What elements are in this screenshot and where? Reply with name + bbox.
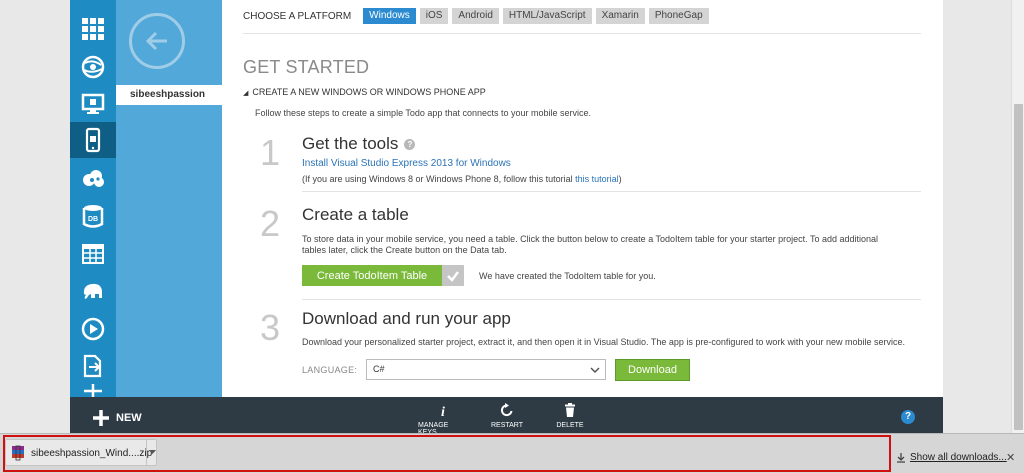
monitor-icon[interactable] (70, 86, 116, 122)
restart-icon (501, 403, 513, 417)
status-message: We have created the TodoItem table for y… (479, 271, 656, 281)
divider (302, 191, 921, 192)
help-button[interactable]: ? (901, 410, 915, 424)
download-button[interactable]: Download (615, 359, 690, 381)
intro-text: Follow these steps to create a simple To… (255, 108, 592, 118)
step-title: Get the tools? (302, 134, 416, 154)
arrow-left-icon (145, 31, 167, 51)
download-arrow-icon (897, 452, 905, 463)
main-content: CHOOSE A PLATFORM Windows iOS Android HT… (222, 0, 943, 397)
section-toggle[interactable]: ◢ CREATE A NEW WINDOWS OR WINDOWS PHONE A… (243, 87, 486, 97)
divider (302, 299, 921, 300)
download-item[interactable]: sibeeshpassion_Wind....zip (5, 439, 157, 466)
close-icon[interactable]: ✕ (1006, 451, 1015, 464)
note-text: (If you are using Windows 8 or Windows P… (302, 174, 576, 184)
step-title-text: Get the tools (302, 134, 399, 153)
globe-icon[interactable] (70, 49, 116, 85)
tutorial-link[interactable]: this tutorial (575, 174, 619, 184)
chevron-down-icon (590, 367, 600, 374)
checkmark-icon (442, 265, 464, 286)
database-icon[interactable]: DB (70, 198, 116, 234)
document-export-icon[interactable] (70, 348, 116, 384)
step-number: 1 (260, 132, 281, 173)
triangle-down-icon: ◢ (243, 90, 249, 97)
show-all-label: Show all downloads... (910, 452, 1007, 463)
section-title: CREATE A NEW WINDOWS OR WINDOWS PHONE AP… (252, 87, 486, 97)
service-panel: sibeeshpassion (116, 0, 222, 397)
step-title: Download and run your app (302, 309, 511, 328)
media-icon[interactable] (70, 311, 116, 347)
restart-label: RESTART (490, 422, 524, 429)
plus-icon (93, 410, 109, 426)
page-scrollbar[interactable] (1011, 0, 1024, 433)
step-note: (If you are using Windows 8 or Windows P… (302, 174, 622, 184)
manage-keys-button[interactable]: i MANAGE KEYS (418, 403, 468, 436)
show-all-downloads-link[interactable]: Show all downloads... (896, 452, 1007, 463)
page-title: GET STARTED (243, 57, 370, 77)
language-value: C# (373, 364, 385, 374)
elephant-icon[interactable] (70, 273, 116, 309)
step-description: tables later, click the Create button on… (302, 245, 507, 255)
delete-label: DELETE (556, 422, 584, 429)
tab-html-javascript[interactable]: HTML/JavaScript (502, 8, 592, 24)
svg-text:i: i (441, 405, 445, 417)
tab-ios[interactable]: iOS (419, 8, 449, 24)
restart-button[interactable]: RESTART (482, 403, 532, 429)
download-options-button[interactable] (146, 440, 157, 465)
browser-page: DB sibeeshpassion CHOOSE A PLATFORM Wind… (0, 0, 1024, 436)
delete-button[interactable]: DELETE (545, 403, 595, 429)
scrollbar-thumb[interactable] (1014, 104, 1023, 430)
step-number: 3 (260, 307, 281, 348)
step-description: To store data in your mobile service, yo… (302, 234, 878, 244)
divider (243, 33, 921, 34)
language-select[interactable]: C# (366, 359, 606, 380)
table-icon[interactable] (70, 236, 116, 272)
help-icon[interactable]: ? (404, 139, 416, 151)
zip-file-icon (12, 445, 24, 461)
svg-text:DB: DB (88, 216, 98, 223)
command-bar: NEW i MANAGE KEYS RESTART DELETE ? (70, 397, 943, 436)
back-button[interactable] (129, 13, 185, 69)
new-button[interactable]: NEW (92, 409, 142, 427)
tab-windows[interactable]: Windows (363, 8, 416, 24)
step-description: Download your personalized starter proje… (302, 337, 905, 347)
create-table-button[interactable]: Create TodoItem Table (302, 265, 442, 286)
step-number: 2 (260, 203, 281, 244)
platform-selector: CHOOSE A PLATFORM Windows iOS Android HT… (243, 8, 713, 24)
panel-item-service[interactable]: sibeeshpassion (116, 85, 222, 105)
mobile-icon[interactable] (70, 122, 116, 158)
info-icon: i (441, 405, 445, 417)
cloud-services-icon[interactable] (70, 161, 116, 197)
azure-portal: DB sibeeshpassion CHOOSE A PLATFORM Wind… (70, 0, 943, 397)
language-label: LANGUAGE: (302, 365, 358, 375)
download-shelf: sibeeshpassion_Wind....zip (0, 433, 1024, 473)
tab-phonegap[interactable]: PhoneGap (648, 8, 709, 24)
tab-xamarin[interactable]: Xamarin (595, 8, 645, 24)
note-suffix: ) (618, 174, 622, 184)
grid-icon[interactable] (70, 11, 116, 47)
platform-label: CHOOSE A PLATFORM (243, 10, 352, 22)
more-icon[interactable] (70, 384, 116, 397)
download-file-name: sibeeshpassion_Wind....zip (31, 448, 153, 459)
trash-icon (565, 403, 575, 417)
step-title: Create a table (302, 205, 409, 224)
caret-down-icon (148, 450, 156, 454)
tab-android[interactable]: Android (452, 8, 499, 24)
install-vs-link[interactable]: Install Visual Studio Express 2013 for W… (302, 158, 511, 169)
new-label: NEW (116, 412, 142, 424)
navigation-rail: DB (70, 0, 116, 397)
